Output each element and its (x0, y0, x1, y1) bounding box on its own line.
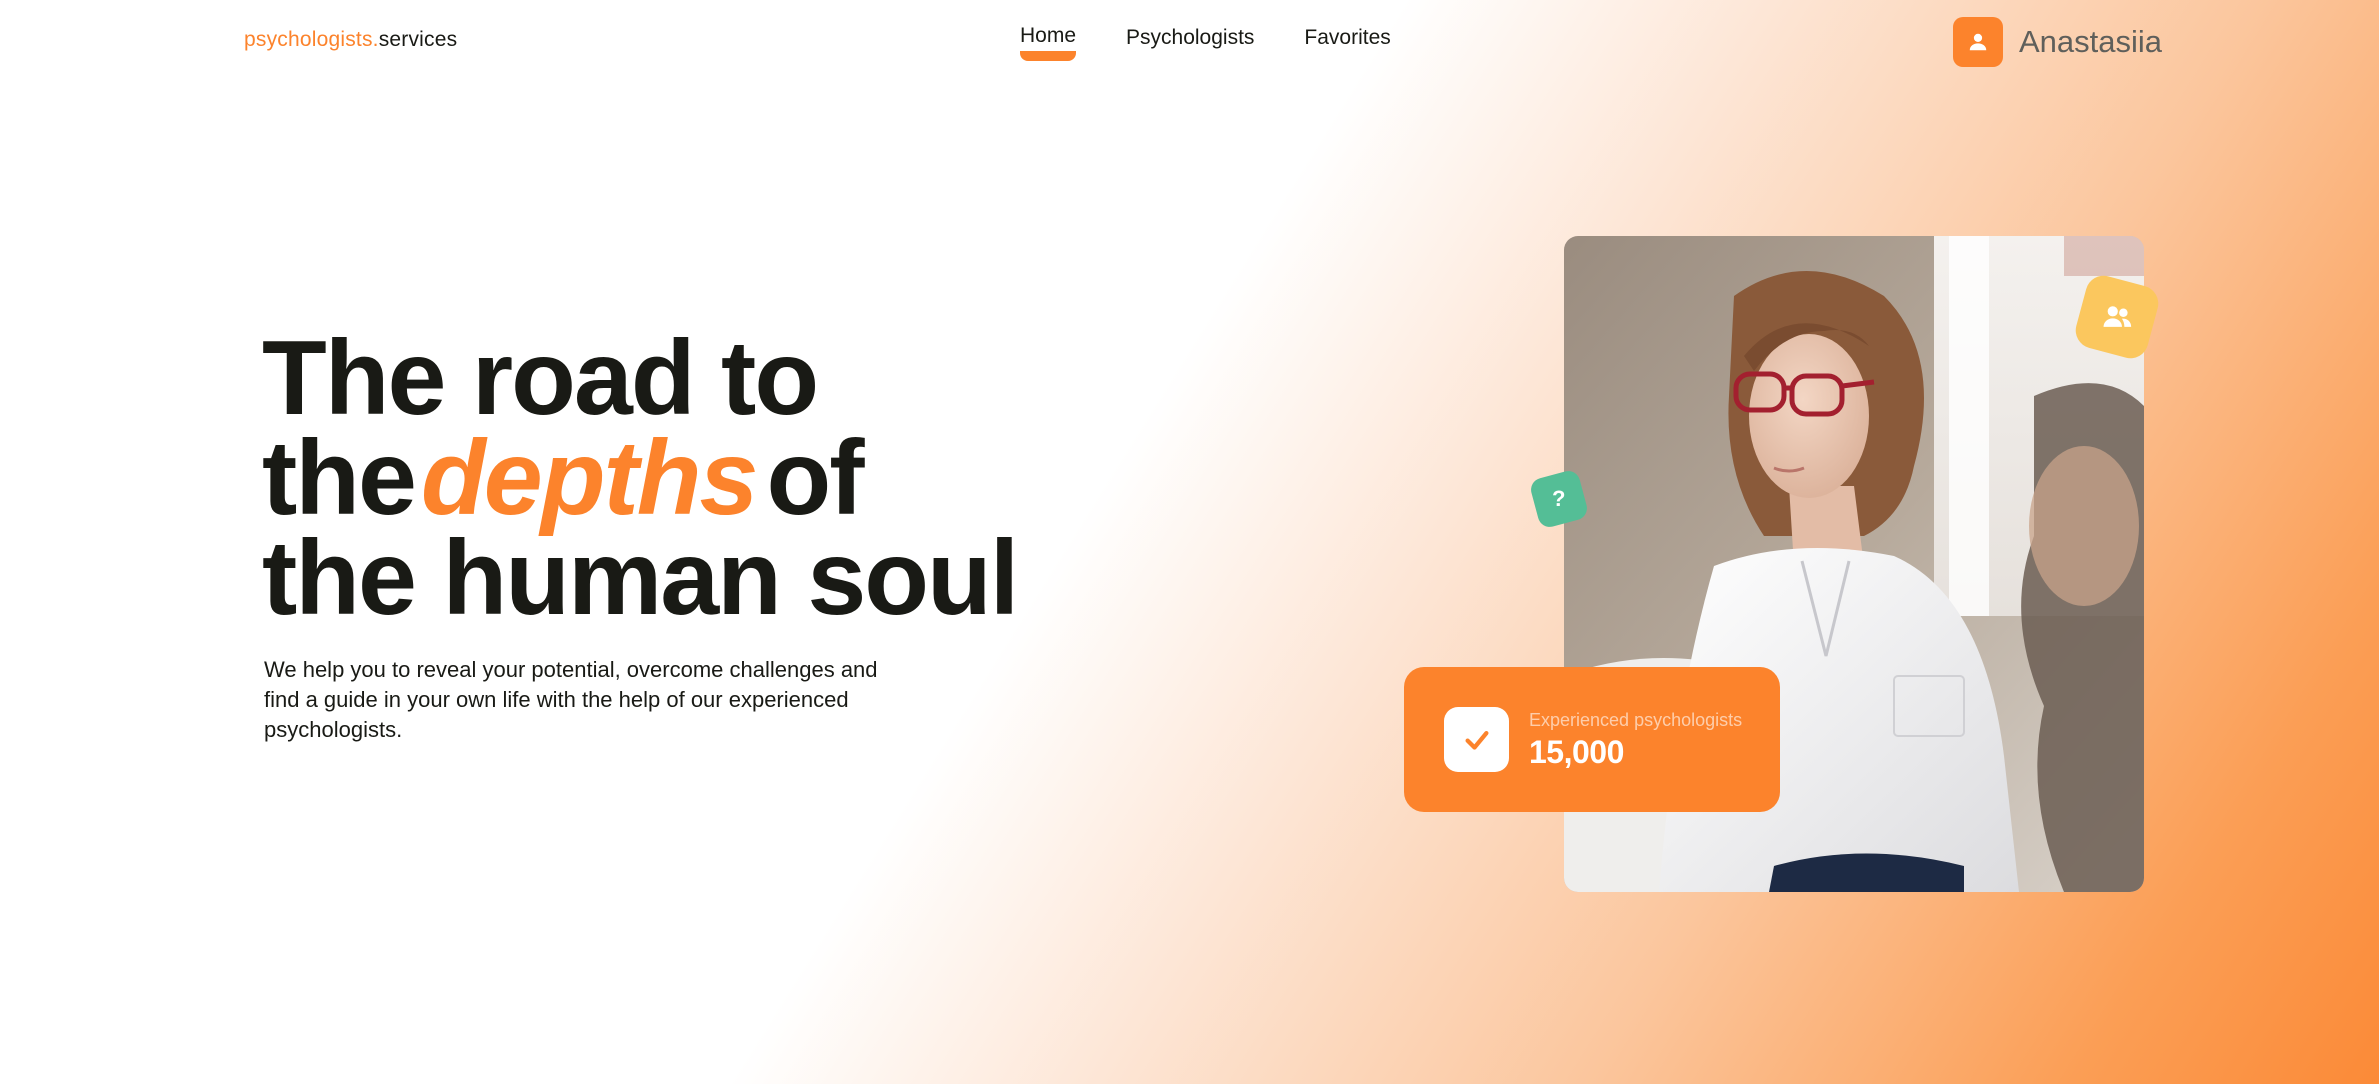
stats-card: Experienced psychologists 15,000 (1404, 667, 1780, 812)
nav-favorites[interactable]: Favorites (1304, 26, 1390, 50)
nav-favorites-label: Favorites (1304, 26, 1391, 49)
nav-psychologists[interactable]: Psychologists (1126, 26, 1254, 50)
user-name: Anastasiia (2019, 24, 2163, 59)
nav-home[interactable]: Home (1020, 24, 1077, 61)
user-menu[interactable]: Anastasiia (1953, 17, 2162, 67)
hero-title: The road to thedepthsof the human soul (262, 319, 1019, 637)
stats-check-box (1444, 707, 1509, 772)
user-avatar[interactable] (1953, 17, 2003, 67)
stats-label: Experienced psychologists (1529, 710, 1743, 730)
active-nav-indicator (1020, 51, 1077, 61)
logo-accent-text: psychologists. (244, 28, 379, 51)
main-nav: Home Psychologists Favorites (1020, 24, 1391, 61)
users-icon (2103, 306, 2132, 327)
site-logo[interactable]: psychologists.services (244, 28, 457, 52)
hero-title-line-3: the human soul (262, 519, 1019, 637)
nav-psychologists-label: Psychologists (1126, 26, 1255, 49)
question-mark-icon: ? (1552, 486, 1566, 512)
site-header: psychologists.services Home Psychologist… (0, 0, 2379, 84)
logo-rest-text: services (378, 28, 458, 51)
nav-home-label: Home (1020, 24, 1077, 47)
user-icon (1969, 33, 1987, 51)
hero-title-line-1: The road to (262, 319, 819, 437)
check-icon (1465, 730, 1488, 750)
hero-title-line-2: thedepthsof (262, 425, 1017, 531)
stats-value: 15,000 (1529, 734, 1624, 770)
hero-description: We help you to reveal your potential, ov… (264, 657, 878, 742)
